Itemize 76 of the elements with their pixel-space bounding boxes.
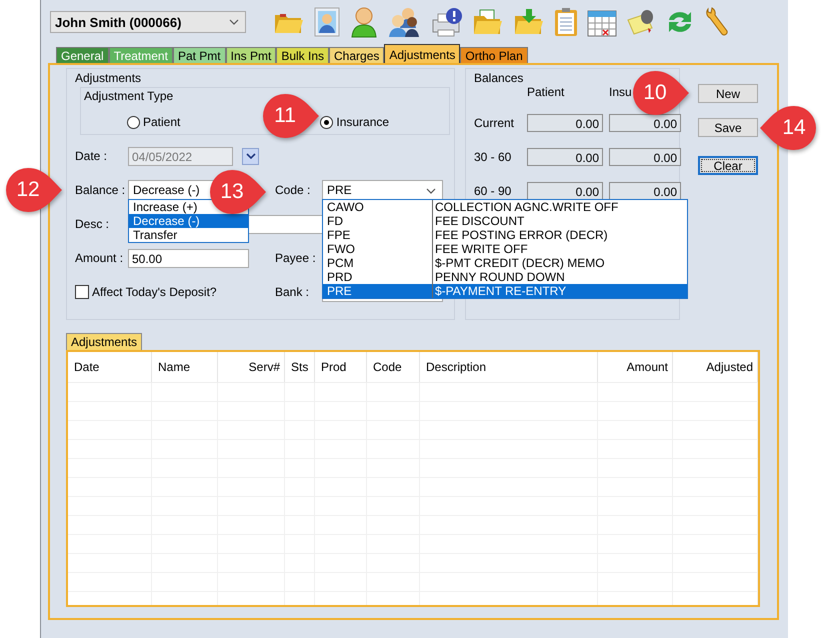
people-icon[interactable] [388,6,422,38]
option-description: FEE POSTING ERROR (DECR) [434,228,608,242]
row-label: Current [474,116,516,130]
dropdown-option[interactable]: PCM [323,256,433,270]
tab[interactable]: Pat Pmt [172,47,226,63]
patient-select[interactable]: John Smith (000066) [50,11,246,33]
dropdown-option[interactable]: PRE [323,284,433,298]
option-description: FEE WRITE OFF [434,242,528,256]
printer-icon[interactable] [431,6,463,38]
folder-icon[interactable] [513,8,545,36]
balance-field: 0.00 [527,148,603,166]
column-header: Insu [609,85,632,99]
person-icon[interactable] [349,6,379,38]
option-description: $-PMT CREDIT (DECR) MEMO [434,256,605,270]
dropdown-option[interactable]: Transfer [129,228,180,242]
tab[interactable]: Charges [329,47,384,63]
column-header[interactable]: Serv# [218,352,285,382]
calendar-dropdown-button[interactable] [242,148,259,164]
deposit-checkbox[interactable]: Affect Today's Deposit? [75,285,275,299]
action-button[interactable]: Save [698,118,758,137]
dropdown-option[interactable]: Increase (+) [129,200,200,214]
amount-field[interactable]: 50.00 [128,248,249,268]
field-label: Bank : [275,285,310,299]
tab[interactable]: Adjustments [384,44,460,63]
balance-field: 0.00 [527,114,603,132]
balance-field: 0.00 [527,182,603,200]
field-label: Desc : [75,217,110,231]
clipboard-icon[interactable] [554,7,578,37]
option-description: COLLECTION AGNC.WRITE OFF [434,200,618,214]
field-label: Balance : [75,183,126,197]
tab[interactable]: Adjustments [66,333,142,350]
dropdown-option[interactable]: Decrease (-) [129,214,248,228]
action-button[interactable]: New [698,84,758,103]
wrench-icon[interactable] [704,7,730,37]
chevron-icon [229,19,239,25]
radio-option[interactable]: Patient [127,115,180,129]
column-header[interactable]: Adjusted [673,352,758,382]
group-title: Adjustment Type [84,89,174,103]
group-title: Balances [474,71,524,85]
column-header[interactable]: Sts [285,352,315,382]
column-header[interactable]: Code [367,352,420,382]
tab[interactable]: General [56,47,109,63]
column-header[interactable]: Date [68,352,152,382]
option-description: $-PAYMENT RE-ENTRY [434,284,566,298]
dropdown-option[interactable]: FD [323,214,433,228]
code-select[interactable]: PRE [322,180,443,200]
balance-field: 0.00 [609,148,681,166]
dropdown-option[interactable]: FWO [323,242,433,256]
radio-option[interactable]: Insurance [320,115,390,129]
chevron-icon [426,188,436,194]
column-header[interactable]: Description [420,352,598,382]
folder-icon[interactable] [472,8,504,36]
chevron-icon [246,153,256,159]
column-header[interactable]: Name [152,352,218,382]
field-label: Date : [75,149,108,163]
column-header: Patient [527,85,564,99]
column-header[interactable]: Prod [315,352,367,382]
row-label: 30 - 60 [474,150,512,164]
tab[interactable]: Bulk Ins [276,47,330,63]
column-header[interactable]: Amount [598,352,673,382]
note-icon[interactable] [626,8,656,36]
option-description: FEE DISCOUNT [434,214,524,228]
group-title: Adjustments [75,71,142,85]
dropdown-option[interactable]: FPE [323,228,433,242]
balance-field: 0.00 [609,114,681,132]
action-button[interactable]: Clear [698,156,758,175]
dropdown-option[interactable]: CAWO [323,200,433,214]
field-label: Code : [275,183,312,197]
portrait-icon[interactable] [314,7,340,37]
tab[interactable]: Ortho Plan [460,47,528,63]
field-label: Amount : [75,251,124,265]
row-label: 60 - 90 [474,184,512,198]
tab[interactable]: Ins Pmt [226,47,276,63]
field-label: Payee : [275,251,317,265]
balance-field: 0.00 [609,182,681,200]
option-description: PENNY ROUND DOWN [434,270,565,284]
